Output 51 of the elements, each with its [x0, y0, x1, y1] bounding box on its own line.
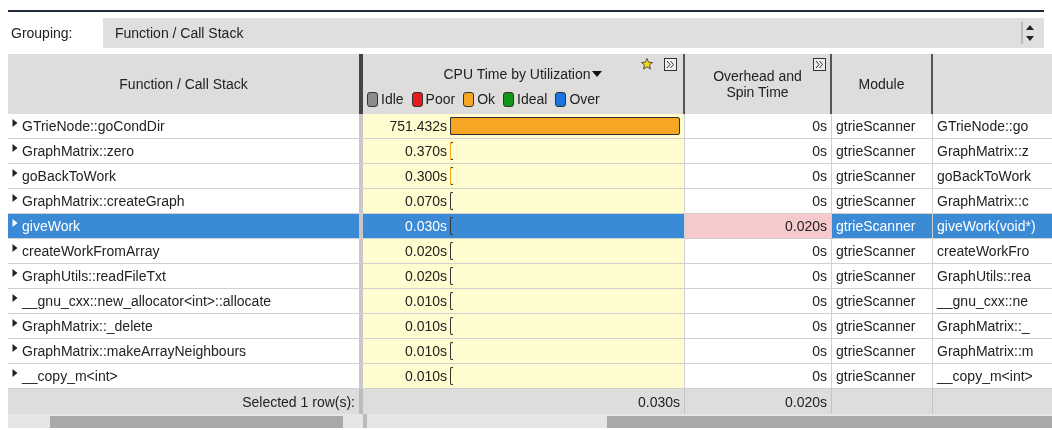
function-name: createWorkFromArray — [22, 243, 160, 259]
table-row[interactable]: __copy_m<int> 0.010s 0s gtrieScanner __copy_m<int> — [8, 364, 1052, 389]
table-row[interactable]: GraphUtils::readFileTxt 0.020s 0s gtrieScanner GraphUtils::rea — [8, 264, 1052, 289]
grouping-label: Grouping: — [10, 25, 74, 41]
table-row[interactable]: GraphMatrix::_delete 0.010s 0s gtrieScanner GraphMatrix::_ — [8, 314, 1052, 339]
column-header[interactable]: Module — [832, 54, 933, 114]
table-row[interactable]: goBackToWork 0.300s 0s gtrieScanner goBackToWork — [8, 164, 1052, 189]
expand-icon[interactable] — [813, 58, 826, 71]
function-name: GTrieNode::goCondDir — [22, 118, 165, 134]
legend-label: Ideal — [517, 91, 548, 107]
function-name: __copy_m<int> — [22, 368, 118, 384]
cpu-time: 0.370s — [403, 143, 448, 159]
legend-label: Idle — [381, 91, 404, 107]
cpu-time: 0.300s — [403, 168, 448, 184]
function-name: GraphMatrix::zero — [22, 143, 135, 159]
expand-icon[interactable] — [664, 58, 677, 71]
grouping-dropdown[interactable]: Function / Call Stack — [103, 18, 1044, 48]
cpu-time: 751.432s — [388, 118, 448, 134]
column-header[interactable]: Function / Call Stack — [8, 54, 363, 114]
function-name: GraphMatrix::createGraph — [22, 193, 185, 209]
cpu-time: 0.030s — [403, 218, 448, 234]
legend-label: Poor — [425, 91, 456, 107]
table-row[interactable]: giveWork 0.030s 0.020s gtrieScanner giveWork(void*) — [8, 214, 1052, 239]
function-name: __gnu_cxx::new_allocator<int>::allocate — [22, 293, 272, 309]
cpu-time: 0.020s — [403, 268, 448, 284]
table-cell: 0.020s — [685, 214, 832, 238]
cpu-time: 0.010s — [403, 343, 448, 359]
horizontal-scrollbar[interactable] — [367, 414, 1052, 428]
function-name: GraphUtils::readFileTxt — [22, 268, 166, 284]
cpu-time: 0.020s — [403, 243, 448, 259]
table-row[interactable]: createWorkFromArray 0.020s 0s gtrieScanner createWorkFro — [8, 239, 1052, 264]
table-row[interactable]: GTrieNode::goCondDir 751.432s 0s gtrieScanner GTrieNode::go — [8, 114, 1052, 139]
column-header[interactable]: Overhead and Spin Time — [685, 54, 832, 114]
column-header[interactable]: CPU Time by Utilization Idle Poor Ok Ideal Over — [363, 54, 685, 114]
function-name: giveWork — [22, 218, 81, 234]
sort-caret-icon — [590, 70, 603, 78]
star-icon[interactable] — [641, 58, 653, 70]
table-row[interactable]: GraphMatrix::createGraph 0.070s 0s gtrieScanner GraphMatrix::c — [8, 189, 1052, 214]
table-row[interactable]: GraphMatrix::zero 0.370s 0s gtrieScanner GraphMatrix::z — [8, 139, 1052, 164]
cpu-time: 0.010s — [403, 368, 448, 384]
cpu-time: 0.010s — [403, 293, 448, 309]
function-name: goBackToWork — [22, 168, 116, 184]
legend-label: Over — [569, 91, 600, 107]
table-row[interactable]: GraphMatrix::makeArrayNeighbours 0.010s 0s gtrieScanner GraphMatrix::m — [8, 339, 1052, 364]
horizontal-scrollbar[interactable] — [8, 414, 367, 428]
function-name: GraphMatrix::_delete — [22, 318, 153, 334]
cpu-time: 0.010s — [403, 318, 448, 334]
cpu-time: 0.070s — [403, 193, 448, 209]
table-row[interactable]: __gnu_cxx::new_allocator<int>::allocate 0.010s 0s gtrieScanner __gnu_cxx::ne — [8, 289, 1052, 314]
function-name: GraphMatrix::makeArrayNeighbours — [22, 343, 247, 359]
legend-label: Ok — [477, 91, 496, 107]
